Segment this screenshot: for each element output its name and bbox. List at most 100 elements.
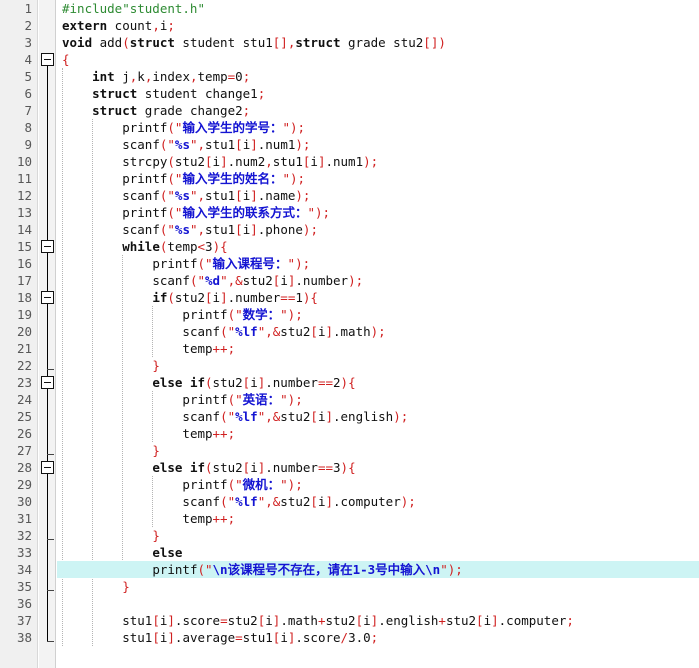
code-line[interactable]: scanf("%s",stu1[i].name); — [57, 187, 699, 204]
code-line[interactable]: if(stu2[i].number==1){ — [57, 289, 699, 306]
code-line[interactable]: #include"student.h" — [57, 0, 699, 17]
code-content[interactable]: #include"student.h" extern count,i; void a… — [57, 0, 699, 668]
token-op: ] — [325, 324, 333, 339]
code-line[interactable]: stu1[i].average=stu1[i].score/3.0; — [57, 629, 699, 646]
code-line[interactable]: printf("输入学生的姓名："); — [57, 170, 699, 187]
code-line[interactable]: extern count,i; — [57, 17, 699, 34]
token-op: ") — [280, 307, 296, 322]
token-fn: scanf — [152, 273, 190, 288]
line-number: 35 — [16, 579, 32, 594]
token-op: ) — [393, 409, 401, 424]
code-line[interactable]: temp++; — [57, 340, 699, 357]
token-op: ) — [363, 154, 371, 169]
token-op: ") — [307, 205, 323, 220]
code-line[interactable]: printf("数学："); — [57, 306, 699, 323]
token-op: (" — [227, 307, 243, 322]
code-line[interactable]: { — [57, 51, 699, 68]
token-id: .math — [280, 613, 318, 628]
token-str: %s — [174, 188, 190, 203]
token-op: ; — [408, 494, 416, 509]
token-id: i — [250, 460, 258, 475]
token-op: ) — [340, 375, 349, 390]
token-op: " — [189, 188, 198, 203]
code-line[interactable]: } — [57, 442, 699, 459]
token-id: stu1 — [122, 630, 153, 645]
code-line[interactable]: scanf("%lf",&stu2[i].computer); — [57, 493, 699, 510]
fold-toggle-icon[interactable] — [41, 461, 54, 474]
code-line[interactable]: int j,k,index,temp=0; — [57, 68, 699, 85]
token-op: (" — [220, 409, 236, 424]
code-line[interactable]: printf("微机："); — [57, 476, 699, 493]
code-line[interactable]: printf("\n该课程号不存在，请在1-3号中输入\n"); — [57, 561, 699, 578]
line-number: 5 — [24, 69, 32, 84]
token-op: ; — [302, 137, 311, 152]
token-op: [ — [152, 630, 160, 645]
code-line[interactable]: strcpy(stu2[i].num2,stu1[i].num1); — [57, 153, 699, 170]
code-line[interactable]: void add(struct student stu1[],struct gr… — [57, 34, 699, 51]
token-op: ; — [455, 562, 463, 577]
code-line[interactable]: } — [57, 578, 699, 595]
code-line[interactable]: printf("英语："); — [57, 391, 699, 408]
token-op: (" — [159, 137, 175, 152]
code-line[interactable] — [57, 595, 699, 612]
code-line[interactable]: struct grade change2; — [57, 102, 699, 119]
code-line[interactable]: } — [57, 527, 699, 544]
token-op: ; — [227, 511, 236, 526]
token-op: ") — [280, 477, 296, 492]
token-op: { — [310, 290, 318, 305]
code-line[interactable]: scanf("%s",stu1[i].phone); — [57, 221, 699, 238]
code-editor[interactable]: 1 2 3 4 5 6 7 8 9 10 11 12 13 14 15 16 17 18 19 20 21 22 23 24 2… — [0, 0, 699, 668]
token-fn: scanf — [122, 188, 160, 203]
code-line[interactable]: printf("输入学生的学号："); — [57, 119, 699, 136]
token-op: , — [227, 273, 236, 288]
code-line[interactable]: struct student change1; — [57, 85, 699, 102]
token-op: ] — [491, 613, 499, 628]
token-id: stu2 — [242, 273, 273, 288]
code-line[interactable]: } — [57, 357, 699, 374]
token-op: ; — [227, 341, 236, 356]
code-line[interactable]: else — [57, 544, 699, 561]
token-op: ; — [370, 154, 379, 169]
fold-toggle-icon[interactable] — [41, 240, 54, 253]
code-line[interactable]: temp++; — [57, 510, 699, 527]
code-line[interactable]: scanf("%s",stu1[i].num1); — [57, 136, 699, 153]
token-op: < — [197, 239, 206, 254]
fold-end-tick — [47, 539, 54, 540]
code-line[interactable]: else if(stu2[i].number==3){ — [57, 459, 699, 476]
token-op: ( — [205, 460, 213, 475]
token-op: , — [189, 69, 198, 84]
token-op: ; — [242, 103, 251, 118]
code-line[interactable]: printf("输入学生的联系方式："); — [57, 204, 699, 221]
token-op: ; — [566, 613, 574, 628]
token-op: ") — [282, 120, 298, 135]
token-kw: if — [152, 290, 168, 305]
token-op: (" — [197, 562, 213, 577]
code-line[interactable]: else if(stu2[i].number==2){ — [57, 374, 699, 391]
code-line[interactable]: printf("输入课程号："); — [57, 255, 699, 272]
token-id: add — [92, 35, 123, 50]
token-id: .num1 — [257, 137, 296, 152]
token-op: (" — [227, 392, 243, 407]
fold-toggle-icon[interactable] — [41, 376, 54, 389]
code-line[interactable]: scanf("%lf",&stu2[i].english); — [57, 408, 699, 425]
code-line[interactable]: temp++; — [57, 425, 699, 442]
token-fn: printf — [182, 392, 228, 407]
token-op: , — [197, 137, 206, 152]
code-line[interactable]: stu1[i].score=stu2[i].math+stu2[i].engli… — [57, 612, 699, 629]
code-line[interactable]: while(temp<3){ — [57, 238, 699, 255]
token-op: == — [280, 290, 296, 305]
fold-toggle-icon[interactable] — [41, 53, 54, 66]
token-fn: scanf — [182, 494, 221, 509]
fold-toggle-icon[interactable] — [41, 291, 54, 304]
token-id: stu1 — [205, 188, 236, 203]
token-op: (" — [167, 120, 183, 135]
code-line[interactable]: scanf("%lf",&stu2[i].math); — [57, 323, 699, 340]
code-line[interactable]: scanf("%d",&stu2[i].number); — [57, 272, 699, 289]
token-id: i — [265, 613, 273, 628]
token-op: ++ — [212, 341, 228, 356]
token-id: stu2 — [227, 613, 258, 628]
fold-end-tick — [47, 590, 54, 591]
token-op: [ — [476, 613, 484, 628]
